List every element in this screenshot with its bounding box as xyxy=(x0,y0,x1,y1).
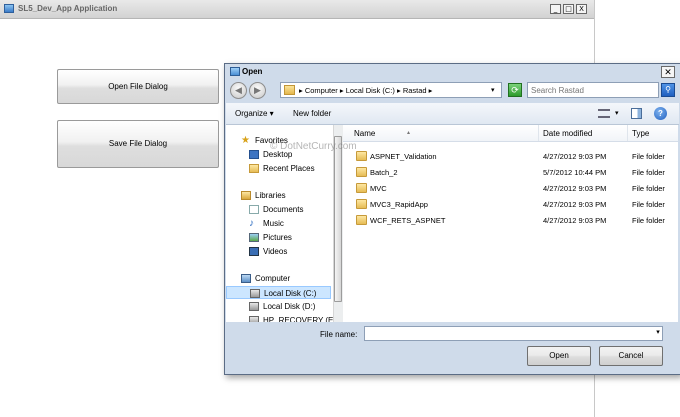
views-icon[interactable] xyxy=(598,109,610,118)
nav-item-computer[interactable]: Computer xyxy=(226,272,331,285)
drive-icon xyxy=(249,302,259,311)
back-button[interactable]: ◀ xyxy=(230,82,247,99)
recent-places-icon xyxy=(249,164,259,173)
sort-arrow-icon: ▴ xyxy=(407,130,411,136)
refresh-button[interactable]: ⟳ xyxy=(508,83,522,97)
preview-pane-icon[interactable] xyxy=(631,108,642,119)
cancel-button[interactable]: Cancel xyxy=(599,346,663,366)
views-dropdown-icon[interactable]: ▾ xyxy=(615,109,619,117)
nav-item-music[interactable]: ♪ Music xyxy=(226,217,331,230)
computer-icon xyxy=(241,274,251,283)
file-row[interactable]: MVC3_RapidApp 4/27/2012 9:03 PM File fol… xyxy=(343,196,678,212)
nav-item-videos[interactable]: Videos xyxy=(226,245,331,258)
file-row[interactable]: Batch_2 5/7/2012 10:44 PM File folder xyxy=(343,164,678,180)
command-bar: Organize ▾ New folder ▾ ? xyxy=(226,103,679,125)
watermark: © DotNetCurry.com xyxy=(270,141,357,152)
nav-item-recent-places[interactable]: Recent Places xyxy=(226,162,331,175)
type-column-header[interactable]: Type xyxy=(632,129,649,138)
app-icon xyxy=(4,4,14,13)
folder-icon xyxy=(356,199,367,209)
address-bar[interactable]: ▸ Computer ▸ Local Disk (C:) ▸ Rastad ▸ … xyxy=(280,82,502,98)
folder-icon xyxy=(356,183,367,193)
date-modified-column-header[interactable]: Date modified xyxy=(543,129,592,138)
music-icon: ♪ xyxy=(249,218,254,229)
chevron-down-icon[interactable]: ▾ xyxy=(653,328,663,339)
folder-icon xyxy=(284,85,295,95)
folder-icon xyxy=(356,151,367,161)
search-input[interactable] xyxy=(531,84,641,96)
name-column-header[interactable]: Name xyxy=(354,129,375,138)
nav-item-local-disk-d[interactable]: Local Disk (D:) xyxy=(226,300,331,313)
organize-button[interactable]: Organize ▾ xyxy=(235,109,274,118)
new-folder-button[interactable]: New folder xyxy=(293,109,331,118)
file-row[interactable]: WCF_RETS_ASPNET 4/27/2012 9:03 PM File f… xyxy=(343,212,678,228)
column-divider[interactable] xyxy=(627,125,628,141)
dialog-close-button[interactable]: ✕ xyxy=(661,66,675,78)
nav-item-hp-recovery[interactable]: HP_RECOVERY (E xyxy=(226,314,333,322)
nav-item-local-disk-c[interactable]: Local Disk (C:) xyxy=(226,286,331,299)
file-row[interactable]: ASPNET_Validation 4/27/2012 9:03 PM File… xyxy=(343,148,678,164)
file-name-label: File name: xyxy=(320,330,358,339)
minimize-button[interactable]: _ xyxy=(550,4,561,14)
app-title: SL5_Dev_App Application xyxy=(18,4,118,13)
file-name-input[interactable] xyxy=(364,326,663,341)
folder-icon xyxy=(356,215,367,225)
pictures-icon xyxy=(249,233,259,242)
videos-icon xyxy=(249,247,259,256)
nav-item-documents[interactable]: Documents xyxy=(226,203,331,216)
forward-button[interactable]: ▶ xyxy=(249,82,266,99)
file-row[interactable]: MVC 4/27/2012 9:03 PM File folder xyxy=(343,180,678,196)
dialog-title: Open xyxy=(242,67,263,76)
address-path[interactable]: ▸ Computer ▸ Local Disk (C:) ▸ Rastad ▸ xyxy=(299,86,432,95)
maximize-button[interactable]: □ xyxy=(563,4,574,14)
app-titlebar: SL5_Dev_App Application _ □ X xyxy=(0,0,594,19)
documents-icon xyxy=(249,205,259,214)
drive-icon xyxy=(249,316,259,322)
star-icon: ★ xyxy=(241,135,250,146)
open-button[interactable]: Open xyxy=(527,346,591,366)
help-icon[interactable]: ? xyxy=(654,107,667,120)
nav-item-libraries[interactable]: Libraries xyxy=(226,189,331,202)
search-box[interactable] xyxy=(527,82,659,98)
folder-icon xyxy=(356,167,367,177)
column-header: Name ▴ Date modified Type xyxy=(343,125,678,142)
chevron-down-icon[interactable]: ▾ xyxy=(491,86,495,94)
close-button[interactable]: X xyxy=(576,4,587,14)
search-icon[interactable]: ⚲ xyxy=(661,83,675,97)
nav-scrollbar-thumb[interactable] xyxy=(334,136,342,302)
dialog-app-icon xyxy=(230,67,240,76)
column-divider[interactable] xyxy=(538,125,539,141)
open-file-dialog-button[interactable]: Open File Dialog xyxy=(57,69,219,104)
navigation-pane: ★ Favorites Desktop Recent Places Librar… xyxy=(226,125,334,322)
drive-icon xyxy=(250,289,260,298)
nav-item-pictures[interactable]: Pictures xyxy=(226,231,331,244)
libraries-icon xyxy=(241,191,251,200)
desktop-icon xyxy=(249,150,259,159)
open-dialog: Open ✕ ◀ ▶ ▸ Computer ▸ Local Disk (C:) … xyxy=(224,63,680,375)
save-file-dialog-button[interactable]: Save File Dialog xyxy=(57,120,219,168)
